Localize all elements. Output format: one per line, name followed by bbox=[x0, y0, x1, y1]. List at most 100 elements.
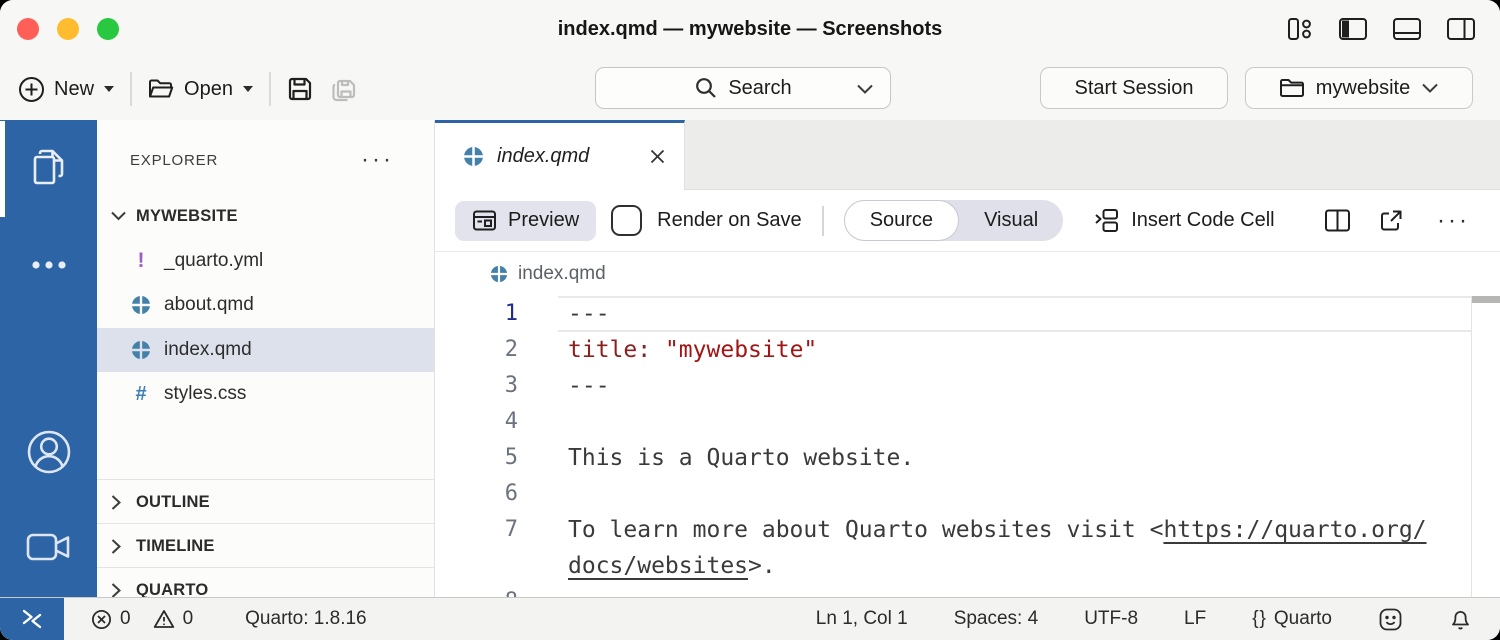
code-line[interactable]: 2 title: "mywebsite" bbox=[435, 332, 1500, 368]
quarto-icon bbox=[463, 146, 484, 167]
caret-down-icon bbox=[242, 85, 254, 93]
editor-more-actions-icon[interactable]: ··· bbox=[1431, 206, 1476, 236]
chevron-right-icon bbox=[110, 538, 127, 555]
workspace-selector-button[interactable]: mywebsite bbox=[1245, 67, 1473, 109]
code-text: --- bbox=[558, 368, 1472, 404]
tab-index-qmd[interactable]: index.qmd bbox=[435, 120, 685, 190]
toggle-panel-icon[interactable] bbox=[1392, 16, 1422, 42]
file-item-index-qmd[interactable]: index.qmd bbox=[97, 328, 434, 372]
new-button-label: New bbox=[54, 78, 94, 101]
activity-bar bbox=[0, 120, 97, 597]
insert-code-cell-button[interactable]: Insert Code Cell bbox=[1088, 207, 1280, 234]
caret-down-icon bbox=[103, 85, 115, 93]
section-quarto[interactable]: QUARTO bbox=[97, 567, 434, 597]
start-session-button[interactable]: Start Session bbox=[1040, 67, 1228, 109]
section-outline[interactable]: OUTLINE bbox=[97, 479, 434, 524]
file-name: index.qmd bbox=[164, 339, 252, 361]
toggle-primary-sidebar-icon[interactable] bbox=[1338, 16, 1368, 42]
line-number[interactable]: 5 bbox=[435, 440, 518, 476]
open-button[interactable]: Open bbox=[147, 77, 254, 101]
title-bar: index.qmd — mywebsite — Screenshots bbox=[0, 0, 1500, 59]
section-timeline[interactable]: TIMELINE bbox=[97, 523, 434, 568]
line-number[interactable]: 6 bbox=[435, 476, 518, 512]
cursor-position-status[interactable]: Ln 1, Col 1 bbox=[810, 607, 914, 631]
save-all-button[interactable] bbox=[329, 75, 359, 103]
render-on-save-checkbox[interactable] bbox=[611, 205, 642, 236]
feedback-smiley-icon[interactable] bbox=[1372, 606, 1409, 633]
quarto-version-status[interactable]: Quarto: 1.8.16 bbox=[239, 607, 372, 631]
language-mode-status[interactable]: {} Quarto bbox=[1246, 607, 1338, 631]
line-number[interactable] bbox=[435, 548, 518, 584]
warnings-icon bbox=[153, 609, 175, 629]
split-editor-icon[interactable] bbox=[1324, 208, 1351, 233]
explorer-header: EXPLORER ··· bbox=[97, 138, 434, 182]
workspace-label: mywebsite bbox=[1316, 77, 1410, 100]
new-button[interactable]: New bbox=[18, 76, 115, 103]
chevron-right-icon bbox=[110, 494, 127, 511]
line-number[interactable]: 7 bbox=[435, 512, 518, 548]
file-name: styles.css bbox=[164, 383, 246, 405]
eol-status[interactable]: LF bbox=[1178, 607, 1212, 631]
code-text: title: "mywebsite" bbox=[558, 332, 1472, 368]
code-line[interactable]: 8 bbox=[435, 584, 1500, 597]
section-label: OUTLINE bbox=[136, 493, 210, 512]
code-line[interactable]: 3 --- bbox=[435, 368, 1500, 404]
close-tab-icon[interactable] bbox=[647, 146, 668, 167]
code-line[interactable]: 5This is a Quarto website. bbox=[435, 440, 1500, 476]
visual-toggle[interactable]: Visual bbox=[959, 200, 1063, 241]
plus-circle-icon bbox=[18, 76, 45, 103]
code-line[interactable]: 4 bbox=[435, 404, 1500, 440]
open-external-icon[interactable] bbox=[1378, 208, 1404, 234]
video-camera-icon[interactable] bbox=[0, 530, 97, 564]
code-editor[interactable]: 1---2 title: "mywebsite" 3 --- 45This is a Q… bbox=[435, 296, 1500, 597]
code-line[interactable]: docs/websites>. bbox=[435, 548, 1500, 584]
editor-area: index.qmd Preview Render o bbox=[435, 120, 1500, 597]
search-input[interactable]: Search bbox=[595, 67, 891, 109]
encoding-status[interactable]: UTF-8 bbox=[1078, 607, 1144, 631]
account-icon[interactable] bbox=[0, 428, 97, 476]
line-number[interactable]: 8 bbox=[435, 584, 518, 597]
open-button-label: Open bbox=[184, 78, 233, 101]
save-button[interactable] bbox=[286, 75, 314, 103]
customize-layout-icon[interactable] bbox=[1286, 16, 1314, 42]
errors-icon bbox=[91, 609, 112, 630]
code-text bbox=[558, 476, 1472, 512]
line-number[interactable]: 4 bbox=[435, 404, 518, 440]
file-item-styles-css[interactable]: # styles.css bbox=[97, 372, 434, 416]
file-item-quarto-yml[interactable]: ! _quarto.yml bbox=[97, 239, 434, 283]
file-name: about.qmd bbox=[164, 294, 254, 316]
code-line[interactable]: 1--- bbox=[435, 296, 1500, 332]
css-icon: # bbox=[130, 383, 152, 406]
preview-button[interactable]: Preview bbox=[455, 201, 596, 241]
quarto-icon bbox=[130, 295, 152, 315]
app-window: index.qmd — mywebsite — Screenshots bbox=[0, 0, 1500, 640]
chevron-down-icon bbox=[856, 83, 874, 95]
tab-strip: index.qmd bbox=[435, 120, 1500, 190]
explorer-icon[interactable] bbox=[0, 144, 97, 190]
more-actions-icon[interactable] bbox=[0, 260, 97, 270]
breadcrumb[interactable]: index.qmd bbox=[435, 252, 1500, 296]
insert-code-cell-icon bbox=[1094, 208, 1120, 233]
workspace-root-label: MYWEBSITE bbox=[136, 207, 238, 226]
explorer-title: EXPLORER bbox=[130, 152, 218, 169]
problems-status[interactable]: 0 0 bbox=[85, 607, 199, 631]
notifications-bell-icon[interactable] bbox=[1443, 606, 1478, 633]
chevron-down-icon bbox=[1421, 82, 1439, 94]
toggle-secondary-sidebar-icon[interactable] bbox=[1446, 16, 1476, 42]
source-toggle[interactable]: Source bbox=[844, 200, 959, 241]
line-number[interactable]: 1 bbox=[435, 296, 518, 332]
search-placeholder: Search bbox=[728, 77, 791, 100]
line-number[interactable]: 3 bbox=[435, 368, 518, 404]
explorer-more-actions-icon[interactable]: ··· bbox=[355, 138, 400, 182]
indentation-status[interactable]: Spaces: 4 bbox=[948, 607, 1045, 631]
remote-indicator-icon[interactable] bbox=[0, 598, 64, 640]
scrollbar-thumb[interactable] bbox=[1472, 296, 1500, 303]
line-number[interactable]: 2 bbox=[435, 332, 518, 368]
section-label: TIMELINE bbox=[136, 537, 215, 556]
code-line[interactable]: 7To learn more about Quarto websites vis… bbox=[435, 512, 1500, 548]
tab-label: index.qmd bbox=[497, 145, 589, 168]
file-name: _quarto.yml bbox=[164, 250, 263, 272]
file-item-about-qmd[interactable]: about.qmd bbox=[97, 283, 434, 327]
code-line[interactable]: 6 bbox=[435, 476, 1500, 512]
workspace-root-item[interactable]: MYWEBSITE bbox=[97, 194, 434, 238]
